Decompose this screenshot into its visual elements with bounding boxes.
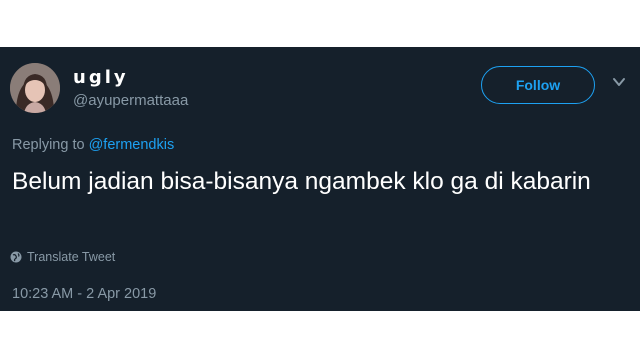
follow-button[interactable]: Follow (481, 66, 595, 104)
replying-to: Replying to @fermendkis (12, 137, 174, 153)
translate-tweet-link[interactable]: Translate Tweet (10, 250, 115, 264)
replying-to-prefix: Replying to (12, 137, 89, 153)
avatar-image (10, 63, 60, 113)
translate-tweet-label: Translate Tweet (27, 250, 116, 264)
avatar[interactable] (10, 63, 60, 113)
globe-icon (10, 251, 22, 263)
reply-mention-link[interactable]: @fermendkis (89, 137, 175, 153)
user-handle[interactable]: @ayupermattaaa (73, 92, 188, 109)
chevron-down-icon[interactable] (612, 75, 626, 89)
display-name[interactable]: ugly (73, 67, 129, 88)
tweet-timestamp[interactable]: 10:23 AM - 2 Apr 2019 (12, 286, 156, 302)
tweet-text: Belum jadian bisa-bisanya ngambek klo ga… (12, 168, 591, 195)
tweet-card: ugly @ayupermattaaa Follow Replying to @… (0, 47, 640, 311)
